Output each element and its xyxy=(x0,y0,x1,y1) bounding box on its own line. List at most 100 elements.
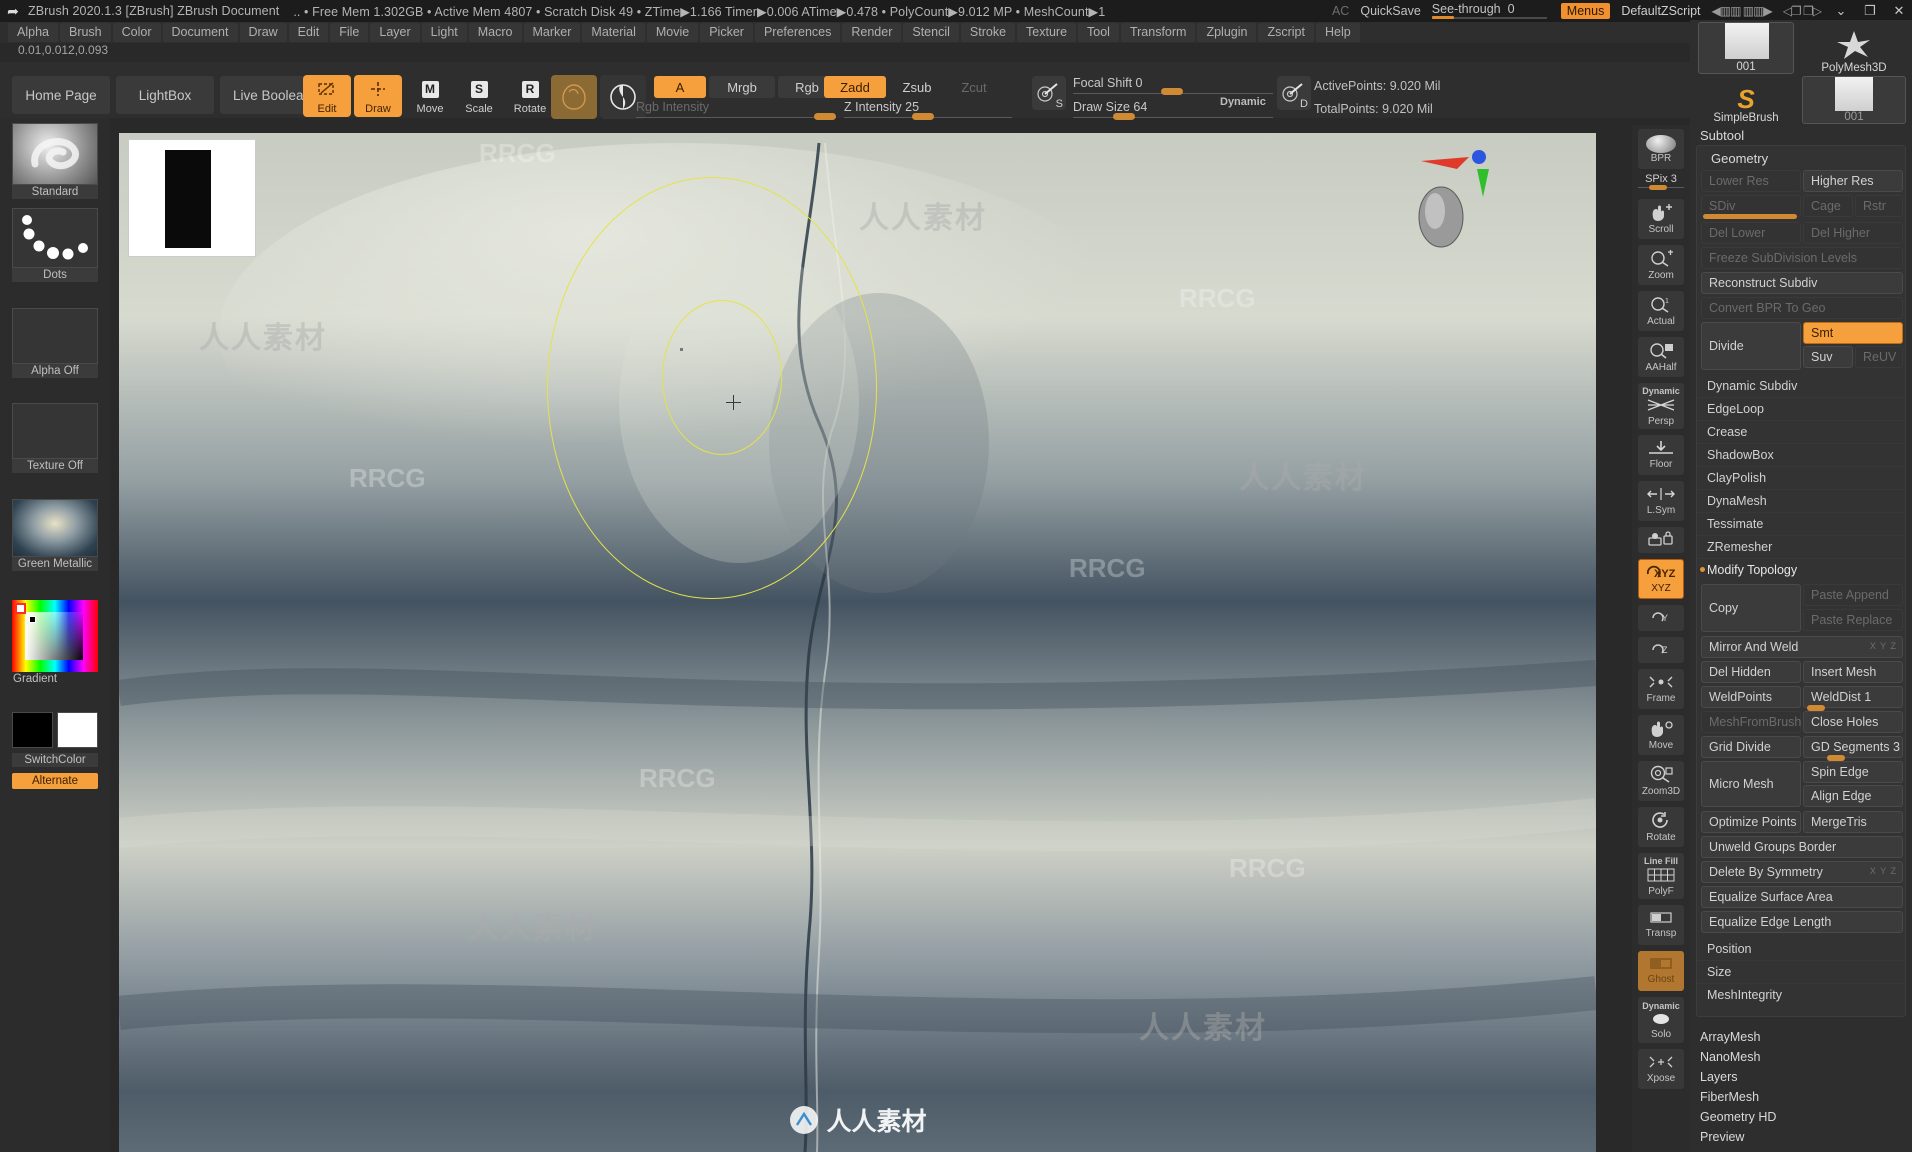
move-button[interactable]: M Move xyxy=(406,75,454,117)
rail-button-scroll[interactable]: Scroll xyxy=(1638,199,1684,239)
mrgb-toggle[interactable]: Mrgb xyxy=(709,76,775,98)
menu-item-movie[interactable]: Movie xyxy=(646,23,699,42)
menu-item-help[interactable]: Help xyxy=(1315,23,1360,42)
switch-color-button[interactable]: SwitchColor xyxy=(12,753,98,767)
rail-button-xyz[interactable]: XYZ XYZ xyxy=(1638,559,1684,599)
del-hidden-button[interactable]: Del Hidden xyxy=(1701,661,1801,683)
menu-item-document[interactable]: Document xyxy=(162,23,238,42)
maximize-icon[interactable]: ❐ xyxy=(1861,3,1879,19)
menu-item-zplugin[interactable]: Zplugin xyxy=(1197,23,1257,42)
color-swatches[interactable]: SwitchColor Alternate xyxy=(12,712,98,789)
rail-button-actual[interactable]: 1 Actual xyxy=(1638,291,1684,331)
menu-item-picker[interactable]: Picker xyxy=(700,23,753,42)
smt-toggle[interactable]: Smt xyxy=(1803,322,1903,344)
subtool-section-header[interactable]: Subtool xyxy=(1690,125,1754,146)
draw-size-icon-button[interactable]: D xyxy=(1277,76,1311,110)
menu-item-file[interactable]: File xyxy=(330,23,369,42)
geometry-section-edgeloop[interactable]: EdgeLoop xyxy=(1697,397,1905,421)
menu-item-color[interactable]: Color xyxy=(112,23,161,42)
unweld-groups-border-button[interactable]: Unweld Groups Border xyxy=(1701,836,1903,858)
rgb-intensity-slider[interactable]: Rgb Intensity xyxy=(636,100,836,120)
close-holes-button[interactable]: Close Holes xyxy=(1803,711,1903,733)
draw-size-knob[interactable] xyxy=(1113,113,1135,120)
see-through-knob[interactable] xyxy=(1431,16,1454,19)
quicksave-button[interactable]: QuickSave xyxy=(1360,4,1420,18)
focal-shift-icon-button[interactable]: S xyxy=(1032,76,1066,110)
brush-selector[interactable]: Standard xyxy=(12,123,98,199)
menu-item-light[interactable]: Light xyxy=(421,23,467,42)
panel-section-arraymesh[interactable]: ArrayMesh xyxy=(1690,1027,1770,1047)
material-preview-button[interactable] xyxy=(551,75,597,119)
geometry-section-zremesher[interactable]: ZRemesher xyxy=(1697,535,1905,559)
rstr-button[interactable]: Rstr xyxy=(1855,195,1903,217)
reconstruct-subdiv-button[interactable]: Reconstruct Subdiv xyxy=(1701,272,1903,294)
zsub-toggle[interactable]: Zsub xyxy=(889,76,945,98)
rail-button-polyf[interactable]: Line Fill PolyF xyxy=(1638,853,1684,899)
copy-button[interactable]: Copy xyxy=(1701,584,1801,632)
optimize-points-button[interactable]: Optimize Points xyxy=(1701,811,1801,833)
mesh-integrity-section[interactable]: MeshIntegrity xyxy=(1697,983,1905,1007)
focal-shift-slider[interactable]: Focal Shift 0 xyxy=(1073,76,1273,95)
panel-section-fibermesh[interactable]: FiberMesh xyxy=(1690,1087,1769,1107)
geometry-section-shadowbox[interactable]: ShadowBox xyxy=(1697,443,1905,467)
secondary-color-swatch[interactable] xyxy=(57,712,98,748)
z-intensity-slider[interactable]: Z Intensity 25 xyxy=(844,100,1012,120)
align-edge-button[interactable]: Align Edge xyxy=(1803,785,1903,807)
alpha-selector[interactable]: Alpha Off xyxy=(12,308,98,378)
primary-color-swatch[interactable] xyxy=(12,712,53,748)
paste-append-button[interactable]: Paste Append xyxy=(1803,584,1903,606)
z-intensity-knob[interactable] xyxy=(912,113,934,120)
paste-replace-button[interactable]: Paste Replace xyxy=(1803,609,1903,631)
menu-item-zscript[interactable]: Zscript xyxy=(1258,23,1314,42)
rotate-button[interactable]: R Rotate xyxy=(506,75,554,117)
micro-mesh-button[interactable]: Micro Mesh xyxy=(1701,761,1801,807)
gd-segments-slider[interactable]: GD Segments 3 xyxy=(1803,736,1903,758)
rail-button-persp[interactable]: Dynamic Persp xyxy=(1638,383,1684,429)
menu-item-alpha[interactable]: Alpha xyxy=(8,23,58,42)
insert-mesh-button[interactable]: Insert Mesh xyxy=(1803,661,1903,683)
rail-button-floor[interactable]: Floor xyxy=(1638,435,1684,475)
geometry-section-crease[interactable]: Crease xyxy=(1697,420,1905,444)
weld-points-button[interactable]: WeldPoints xyxy=(1701,686,1801,708)
divide-button[interactable]: Divide xyxy=(1701,322,1801,370)
menu-item-edit[interactable]: Edit xyxy=(288,23,329,42)
sdiv-knob[interactable] xyxy=(1703,214,1797,219)
spin-edge-button[interactable]: Spin Edge xyxy=(1803,761,1903,783)
panel-section-nanomesh[interactable]: NanoMesh xyxy=(1690,1047,1770,1067)
ac-label[interactable]: AC xyxy=(1332,4,1349,18)
polymesh3d-button[interactable]: PolyMesh3D xyxy=(1802,22,1906,74)
spix-knob[interactable] xyxy=(1649,185,1667,190)
convert-bpr-to-geo-button[interactable]: Convert BPR To Geo xyxy=(1701,297,1903,319)
draw-button[interactable]: Draw xyxy=(354,75,402,117)
rgb-intensity-knob[interactable] xyxy=(814,113,836,120)
dynamic-label[interactable]: Dynamic xyxy=(1220,96,1266,108)
rail-button-z-rotate[interactable]: Z xyxy=(1638,637,1684,663)
geometry-section-tessimate[interactable]: Tessimate xyxy=(1697,512,1905,536)
equalize-edge-length-button[interactable]: Equalize Edge Length xyxy=(1701,911,1903,933)
zcut-toggle[interactable]: Zcut xyxy=(948,76,1000,98)
menus-toggle[interactable]: Menus xyxy=(1560,3,1611,19)
spix-slider[interactable]: SPix 3 xyxy=(1638,173,1684,193)
menu-item-tool[interactable]: Tool xyxy=(1078,23,1119,42)
rail-button-zoom3d[interactable]: Zoom3D xyxy=(1638,761,1684,801)
scale-button[interactable]: S Scale xyxy=(455,75,503,117)
bpr-button[interactable]: BPR xyxy=(1638,129,1684,169)
geometry-section-dynamesh[interactable]: DynaMesh xyxy=(1697,489,1905,513)
lightbox-button[interactable]: LightBox xyxy=(116,76,214,114)
rail-button-move[interactable]: Move xyxy=(1638,715,1684,755)
rail-button-y-rotate[interactable]: Y xyxy=(1638,605,1684,631)
menu-item-transform[interactable]: Transform xyxy=(1120,23,1196,42)
see-through-slider[interactable]: See-through 0 xyxy=(1431,0,1550,22)
rail-button-zoom[interactable]: Zoom xyxy=(1638,245,1684,285)
color-wheel[interactable] xyxy=(12,600,98,672)
rail-button-frame[interactable]: Frame xyxy=(1638,669,1684,709)
rail-button-solo[interactable]: Dynamic Solo xyxy=(1638,997,1684,1043)
zadd-toggle[interactable]: Zadd xyxy=(824,76,886,98)
canvas-alpha-preview[interactable] xyxy=(128,139,256,257)
tool-thumb-001-a[interactable]: 001 xyxy=(1698,22,1794,74)
rail-button-rotate[interactable]: Rotate xyxy=(1638,807,1684,847)
menu-item-render[interactable]: Render xyxy=(842,23,902,42)
geometry-section-header[interactable]: Geometry xyxy=(1701,148,1778,169)
rail-button-transp[interactable]: Transp xyxy=(1638,905,1684,945)
rail-button-l-sym[interactable]: L.Sym xyxy=(1638,481,1684,521)
